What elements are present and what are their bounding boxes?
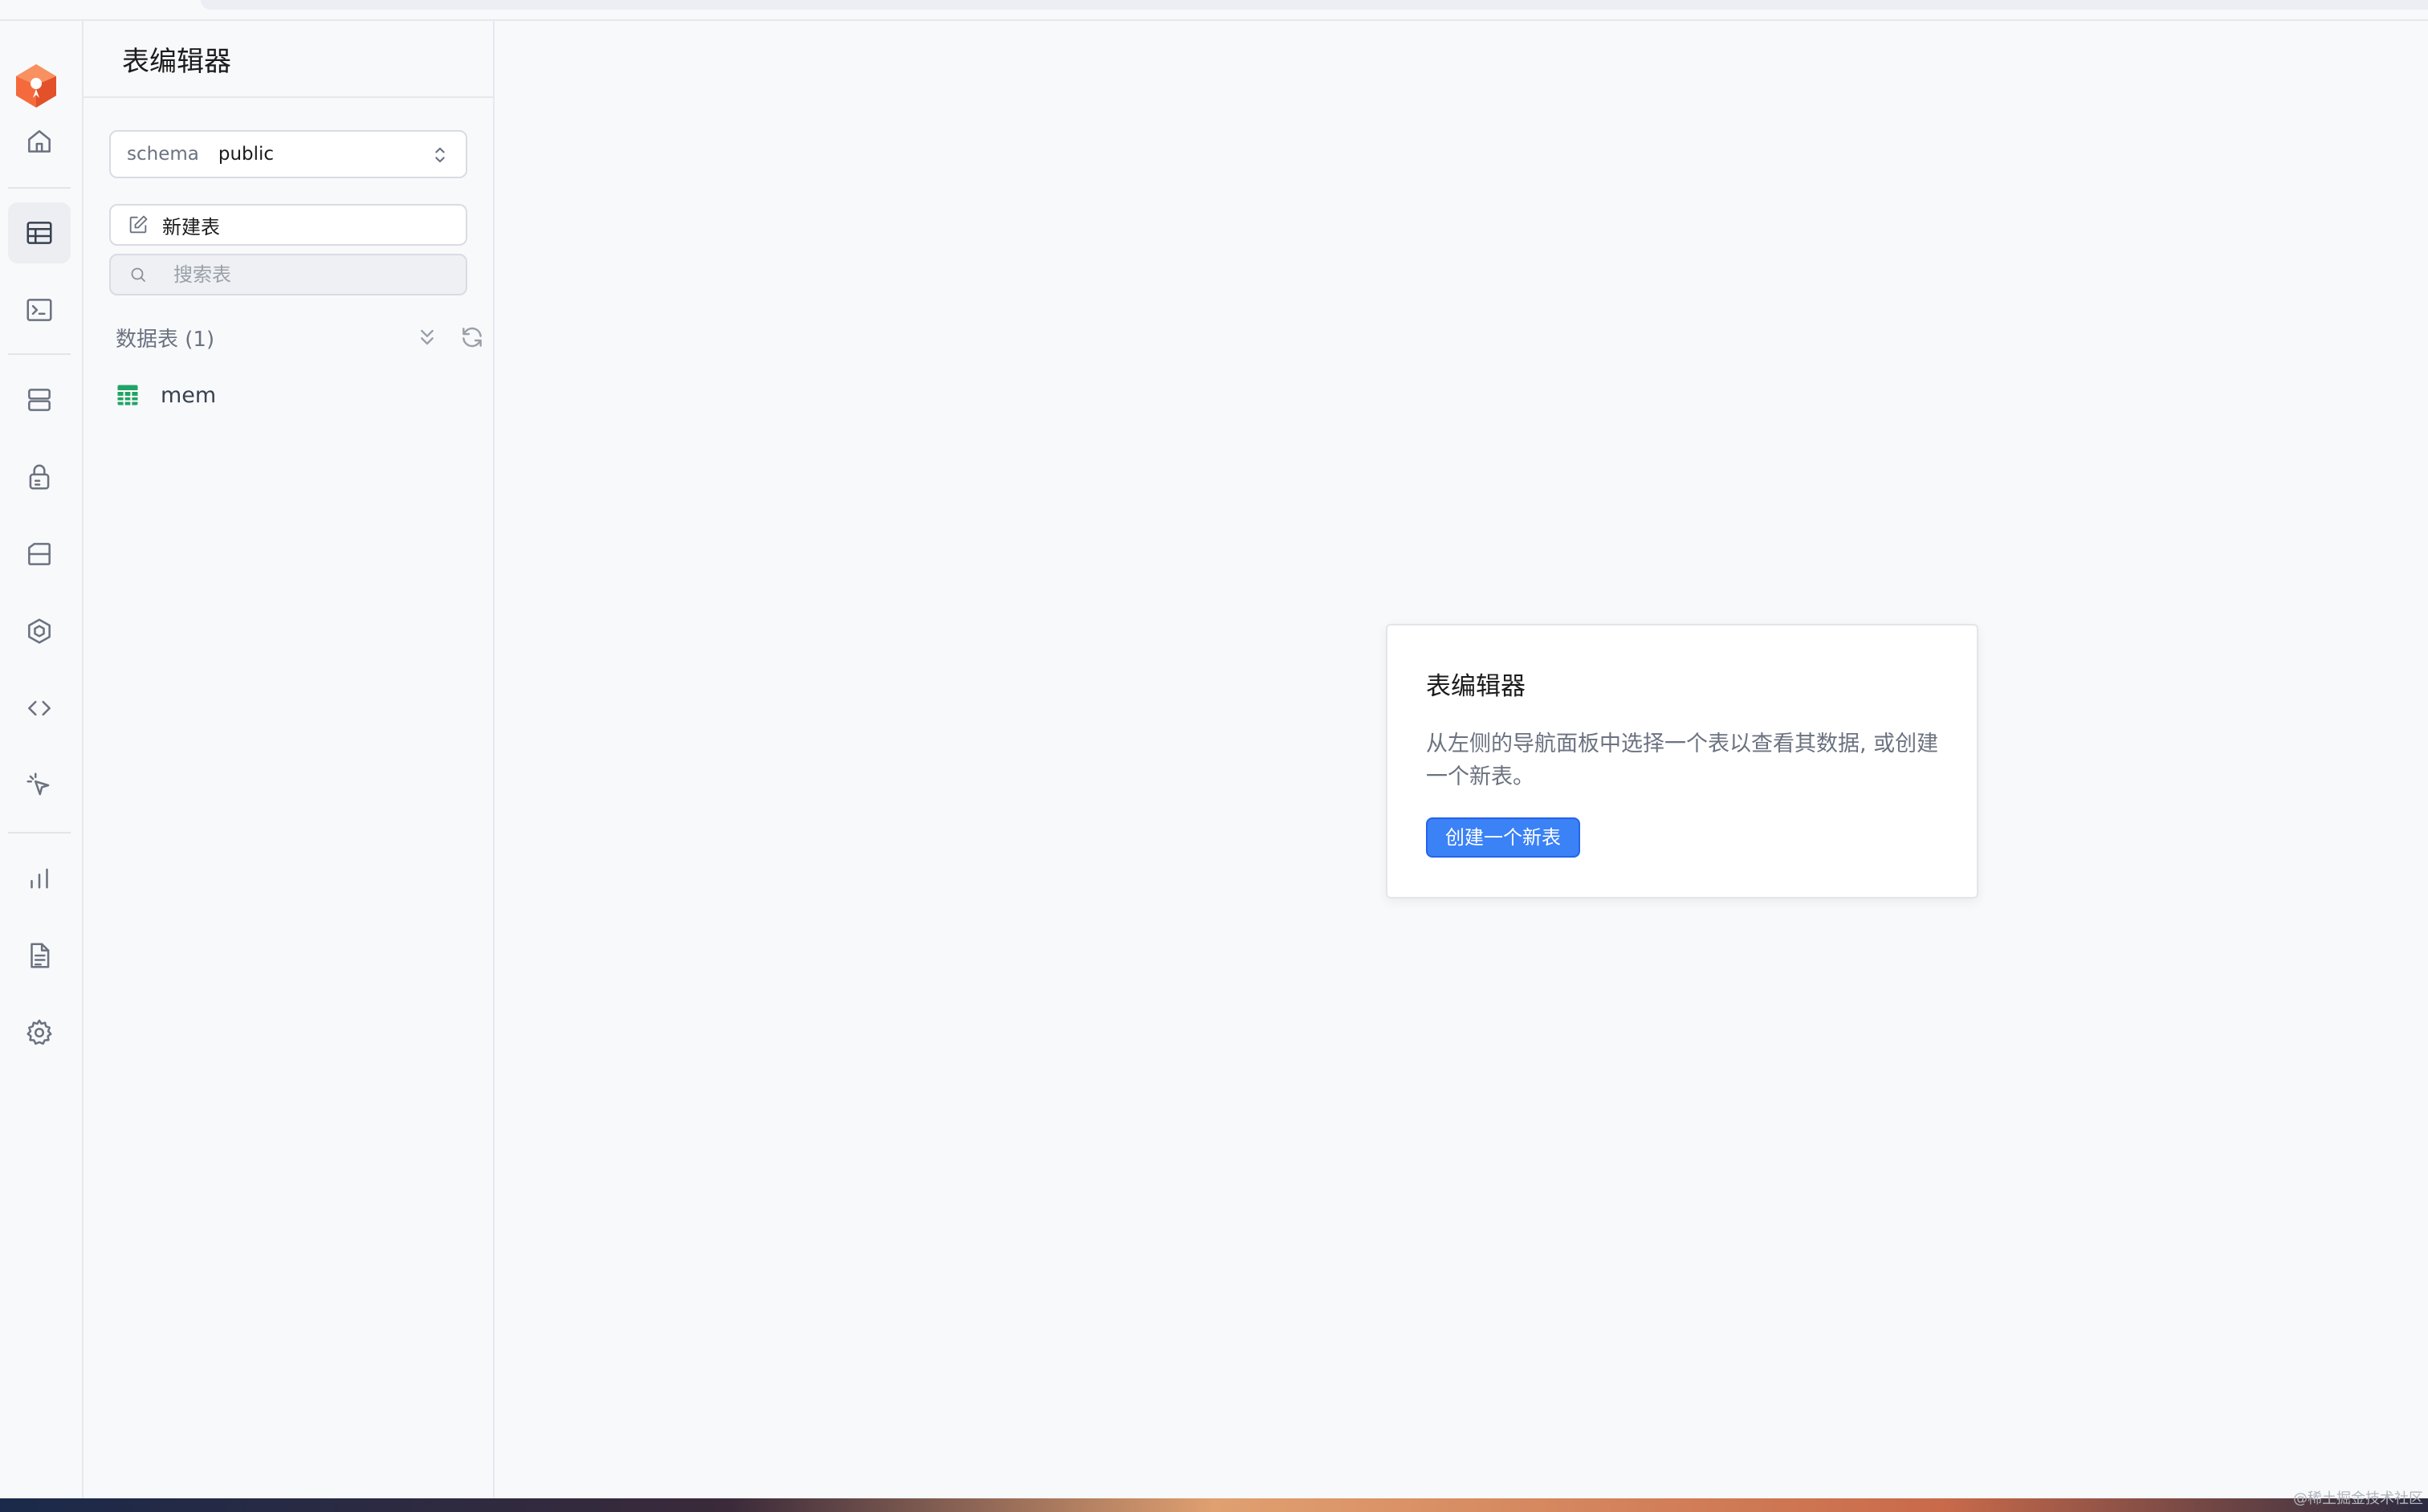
rail-sql-editor[interactable] bbox=[8, 279, 71, 340]
table-grid-icon bbox=[117, 385, 138, 406]
card-description: 从左侧的导航面板中选择一个表以查看其数据, 或创建一个新表。 bbox=[1426, 732, 1939, 789]
app-window: 表编辑器 schema public 新建表 数据表 (1) bbox=[0, 0, 2428, 1512]
search-icon bbox=[131, 267, 145, 282]
schema-select[interactable]: schema public bbox=[109, 130, 467, 178]
browser-tab-bar bbox=[201, 0, 2428, 10]
storage-icon bbox=[28, 543, 51, 565]
rail-edge-functions[interactable] bbox=[8, 601, 71, 662]
chevron-up-down-icon bbox=[435, 147, 445, 163]
rail-table-editor[interactable] bbox=[8, 202, 71, 263]
rail-api[interactable] bbox=[8, 678, 71, 739]
lock-icon bbox=[29, 464, 50, 490]
database-icon bbox=[28, 389, 51, 411]
rail-reports[interactable] bbox=[8, 848, 71, 909]
rail-advisors[interactable] bbox=[8, 755, 71, 816]
pointer-icon bbox=[26, 772, 50, 796]
desktop-dock-strip bbox=[0, 1498, 2428, 1512]
home-icon bbox=[28, 130, 51, 153]
rail-logs[interactable] bbox=[8, 925, 71, 986]
new-table-label: 新建表 bbox=[162, 215, 220, 238]
schema-value: public bbox=[218, 144, 275, 165]
refresh-icon[interactable] bbox=[459, 324, 485, 350]
logo-icon[interactable] bbox=[11, 61, 61, 111]
functions-icon bbox=[28, 618, 51, 644]
tables-section-header: 数据表 (1) bbox=[116, 320, 482, 355]
empty-state-card: 表编辑器 从左侧的导航面板中选择一个表以查看其数据, 或创建一个新表。 创建一个… bbox=[1386, 624, 1978, 899]
rail-database[interactable] bbox=[8, 369, 71, 430]
gear-icon bbox=[26, 1019, 52, 1045]
schema-label: schema bbox=[127, 144, 199, 165]
rail-separator bbox=[8, 187, 71, 189]
browser-top-strip bbox=[0, 0, 2428, 21]
table-list-item[interactable]: mem bbox=[116, 371, 469, 419]
table-name: mem bbox=[161, 382, 217, 408]
rail-separator bbox=[8, 832, 71, 833]
table-search[interactable] bbox=[109, 254, 467, 295]
terminal-icon bbox=[26, 299, 52, 321]
panel-header: 表编辑器 bbox=[84, 21, 493, 98]
rail-settings[interactable] bbox=[8, 1002, 71, 1063]
rail-home[interactable] bbox=[8, 111, 71, 172]
card-title: 表编辑器 bbox=[1426, 672, 1526, 701]
panel-title: 表编辑器 bbox=[122, 45, 231, 78]
icon-rail bbox=[0, 21, 84, 1498]
table-editor-panel: 表编辑器 schema public 新建表 数据表 (1) bbox=[84, 21, 495, 1498]
search-input[interactable] bbox=[173, 263, 446, 286]
collapse-all-icon[interactable] bbox=[414, 324, 440, 350]
rail-auth[interactable] bbox=[8, 446, 71, 507]
code-icon bbox=[28, 700, 51, 716]
tables-section-title: 数据表 (1) bbox=[116, 327, 215, 352]
document-icon bbox=[31, 943, 50, 968]
rail-storage[interactable] bbox=[8, 524, 71, 585]
chart-icon bbox=[31, 868, 48, 889]
new-table-button[interactable]: 新建表 bbox=[109, 204, 467, 246]
table-icon bbox=[26, 222, 52, 244]
create-table-button[interactable]: 创建一个新表 bbox=[1426, 817, 1580, 858]
watermark: @稀土掘金技术社区 bbox=[2293, 1490, 2423, 1507]
rail-separator bbox=[8, 353, 71, 355]
edit-icon bbox=[129, 215, 148, 234]
